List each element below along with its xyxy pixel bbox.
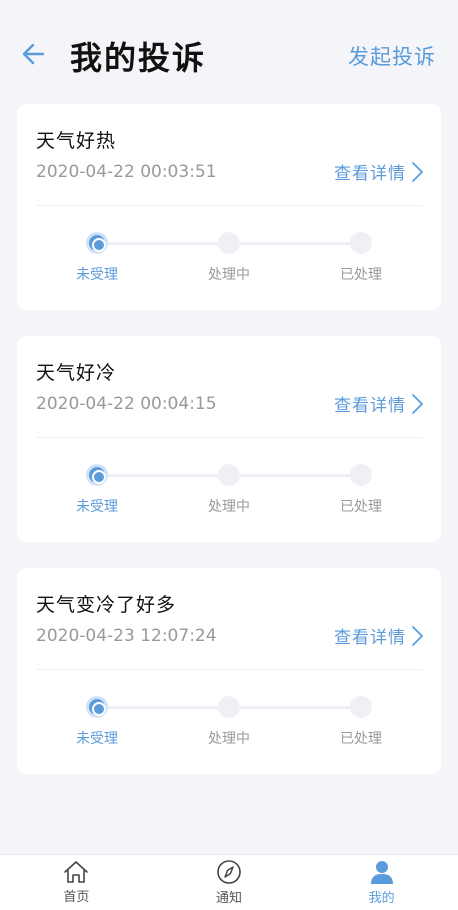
step-done: 已处理 — [316, 230, 406, 284]
user-icon — [370, 861, 393, 884]
step-processing: 处理中 — [184, 694, 274, 748]
step-dot — [350, 696, 372, 718]
complaint-title: 天气好冷 — [36, 362, 117, 384]
complaint-card: 天气好冷 2020-04-22 00:04:15 查看详情 未受理 处理中 已处… — [17, 336, 441, 542]
create-complaint-button[interactable]: 发起投诉 — [348, 41, 436, 71]
view-detail-label: 查看详情 — [334, 396, 406, 416]
view-detail-button[interactable]: 查看详情 — [334, 391, 423, 416]
complaint-title: 天气变冷了好多 — [36, 594, 177, 616]
step-label: 已处理 — [340, 731, 382, 747]
arrow-left-icon — [22, 43, 45, 65]
step-done: 已处理 — [316, 462, 406, 516]
chevron-right-icon — [412, 393, 423, 414]
step-label: 已处理 — [340, 499, 382, 515]
complaint-time: 2020-04-23 12:07:24 — [36, 626, 217, 646]
step-done: 已处理 — [316, 694, 406, 748]
status-progress: 未受理 处理中 已处理 — [17, 462, 441, 522]
step-dot-active — [86, 232, 108, 254]
tab-label: 通知 — [216, 891, 243, 906]
step-label: 处理中 — [208, 499, 250, 515]
step-label: 未受理 — [76, 267, 118, 283]
step-label: 处理中 — [208, 731, 250, 747]
step-pending: 未受理 — [52, 230, 142, 284]
step-dot — [350, 464, 372, 486]
tab-label: 我的 — [368, 891, 395, 906]
complaint-card: 天气好热 2020-04-22 00:03:51 查看详情 未受理 处理中 已处… — [17, 104, 441, 310]
tab-home[interactable]: 首页 — [0, 855, 153, 910]
complaint-time: 2020-04-22 00:04:15 — [36, 394, 217, 414]
tab-notify[interactable]: 通知 — [153, 855, 306, 910]
chevron-right-icon — [412, 625, 423, 646]
complaint-list: 天气好热 2020-04-22 00:03:51 查看详情 未受理 处理中 已处… — [17, 104, 441, 800]
step-dot — [218, 464, 240, 486]
complaint-title: 天气好热 — [36, 130, 117, 152]
view-detail-button[interactable]: 查看详情 — [334, 159, 423, 184]
complaint-time: 2020-04-22 00:03:51 — [36, 162, 217, 182]
step-dot-active — [86, 464, 108, 486]
view-detail-label: 查看详情 — [334, 628, 406, 648]
chevron-right-icon — [412, 161, 423, 182]
step-label: 处理中 — [208, 267, 250, 283]
step-label: 已处理 — [340, 267, 382, 283]
divider — [36, 669, 422, 670]
step-processing: 处理中 — [184, 230, 274, 284]
tab-label: 首页 — [63, 890, 90, 905]
step-pending: 未受理 — [52, 462, 142, 516]
step-pending: 未受理 — [52, 694, 142, 748]
divider — [36, 205, 422, 206]
step-dot-active — [86, 696, 108, 718]
step-dot — [218, 232, 240, 254]
divider — [36, 437, 422, 438]
status-progress: 未受理 处理中 已处理 — [17, 694, 441, 754]
back-button[interactable] — [20, 40, 46, 68]
step-dot — [218, 696, 240, 718]
home-icon — [64, 861, 89, 883]
status-progress: 未受理 处理中 已处理 — [17, 230, 441, 290]
compass-icon — [217, 860, 241, 884]
step-processing: 处理中 — [184, 462, 274, 516]
header: 我的投诉 发起投诉 — [0, 0, 458, 104]
page-title: 我的投诉 — [70, 39, 207, 77]
complaint-card: 天气变冷了好多 2020-04-23 12:07:24 查看详情 未受理 处理中… — [17, 568, 441, 774]
step-label: 未受理 — [76, 499, 118, 515]
step-dot — [350, 232, 372, 254]
step-label: 未受理 — [76, 731, 118, 747]
tab-mine[interactable]: 我的 — [305, 855, 458, 910]
view-detail-button[interactable]: 查看详情 — [334, 623, 423, 648]
bottom-tabbar: 首页 通知 我的 — [0, 854, 458, 910]
view-detail-label: 查看详情 — [334, 164, 406, 184]
